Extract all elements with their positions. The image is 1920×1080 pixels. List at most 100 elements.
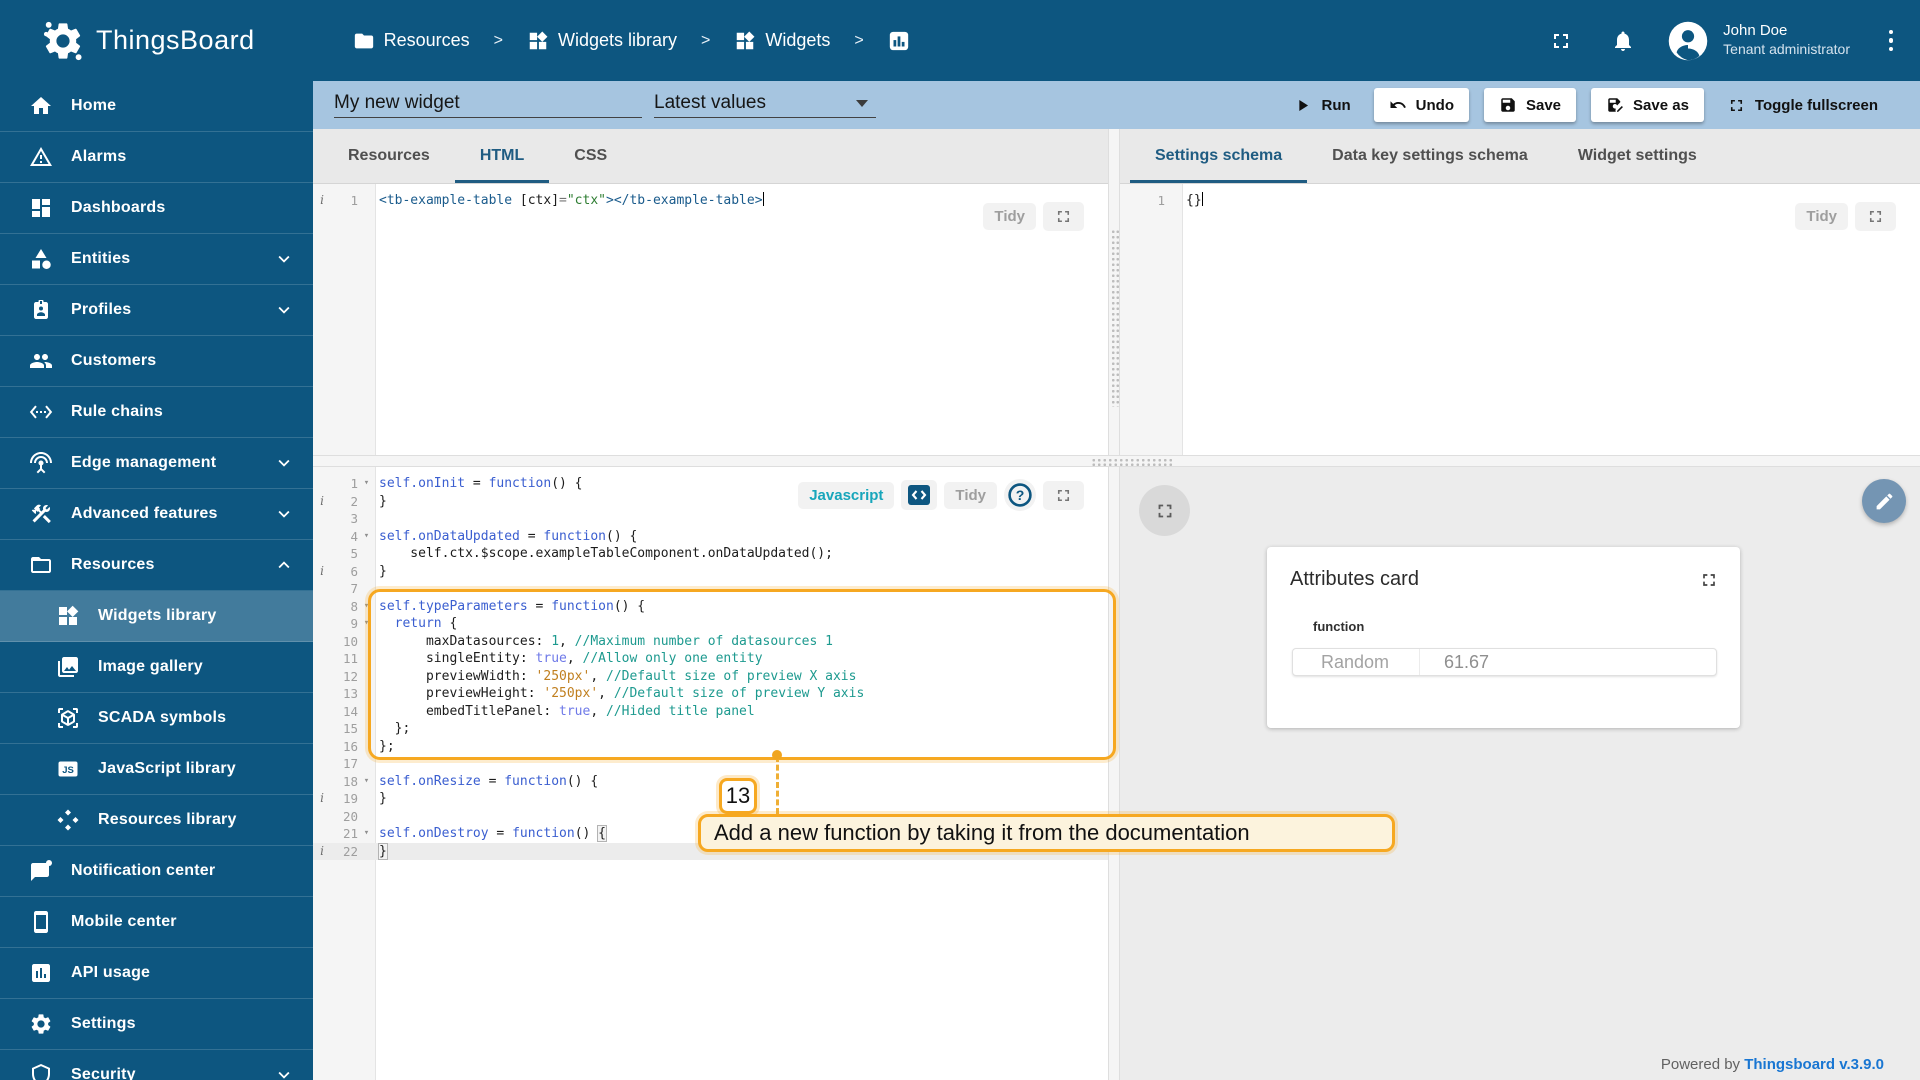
gutter-spacer (313, 720, 331, 738)
sidebar-item-settings[interactable]: Settings (0, 999, 313, 1050)
sidebar-item-resources[interactable]: Resources (0, 540, 313, 591)
widget-title-input[interactable] (334, 89, 642, 118)
resources-library-icon (56, 808, 80, 832)
sidebar-item-profiles[interactable]: Profiles (0, 285, 313, 336)
gutter-spacer (358, 650, 375, 668)
info-icon: i (320, 563, 324, 578)
line-number: 13 (342, 686, 358, 701)
code-text: return { (394, 616, 458, 631)
sidebar-item-api-usage[interactable]: API usage (0, 948, 313, 999)
sidebar-item-label: Image gallery (98, 658, 203, 675)
tidy-button[interactable]: Tidy (1795, 203, 1848, 230)
code-line: 10 maxDatasources: 1, //Maximum number o… (313, 633, 1108, 651)
customers-icon (29, 349, 53, 373)
sidebar-item-security[interactable]: Security (0, 1050, 313, 1080)
line-number: 21 (342, 826, 358, 841)
vertical-splitter[interactable] (1108, 129, 1120, 1080)
widget-chart-tile-icon (888, 30, 910, 52)
save-button[interactable]: Save (1483, 88, 1577, 122)
sidebar-item-label: Advanced features (71, 505, 218, 522)
code-toggle-button[interactable] (901, 480, 938, 510)
text-caret (762, 192, 765, 206)
fullscreen-icon[interactable] (1043, 202, 1084, 231)
gutter-spacer (358, 493, 375, 511)
sidebar-item-label: Notification center (71, 862, 216, 879)
breadcrumb-item[interactable]: Widgets library (521, 26, 683, 56)
sidebar-item-javascript-library[interactable]: JS JavaScript library (0, 744, 313, 795)
line-number: 3 (350, 511, 358, 526)
breadcrumb-item[interactable]: Widgets (728, 26, 836, 56)
code-line: 5 self.ctx.$scope.exampleTableComponent.… (313, 545, 1108, 563)
javascript-code-editor[interactable]: 1 ▾ self.onInit = function() {i 2} 3 4 ▾ self.o… (313, 467, 1108, 1080)
editor-gutter (313, 184, 376, 455)
card-fullscreen-icon[interactable] (1699, 570, 1719, 590)
sidebar-item-customers[interactable]: Customers (0, 336, 313, 387)
schema-code-editor[interactable]: 1 {} Tidy (1120, 184, 1920, 455)
undo-icon (1390, 101, 1406, 108)
fullscreen-icon[interactable] (1855, 202, 1896, 231)
annotation-step-number: 13 (719, 778, 757, 814)
tab-data-key-settings-schema[interactable]: Data key settings schema (1307, 129, 1553, 183)
breadcrumb-item[interactable]: Resources (347, 26, 476, 56)
code-line: 12 previewWidth: '250px', //Default size… (313, 668, 1108, 686)
tab-widget-settings[interactable]: Widget settings (1553, 129, 1722, 183)
line-number: 1 (1157, 193, 1165, 208)
tidy-button[interactable]: Tidy (944, 481, 997, 509)
run-button[interactable]: Run (1285, 90, 1358, 121)
fold-arrow-icon: ▾ (363, 775, 370, 786)
annotation-connector-dot (772, 750, 782, 760)
sidebar-item-notification-center[interactable]: Notification center (0, 846, 313, 897)
tidy-button[interactable]: Tidy (983, 203, 1036, 230)
attribute-value: 61.67 (1444, 651, 1490, 672)
sidebar-item-advanced-features[interactable]: Advanced features (0, 489, 313, 540)
sidebar-item-mobile-center[interactable]: Mobile center (0, 897, 313, 948)
help-icon[interactable]: ? (1004, 479, 1036, 511)
thingsboard-logo[interactable]: ThingsBoard (40, 18, 255, 64)
tab-css[interactable]: CSS (549, 129, 632, 183)
sidebar-item-rule-chains[interactable]: Rule chains (0, 387, 313, 438)
notifications-bell-icon[interactable] (1603, 21, 1643, 61)
gutter-spacer (358, 563, 375, 581)
toggle-fullscreen-button[interactable]: Toggle fullscreen (1719, 90, 1886, 121)
profiles-icon (29, 298, 53, 322)
sidebar-item-dashboards[interactable]: Dashboards (0, 183, 313, 234)
code-icon (908, 485, 931, 505)
sidebar-item-image-gallery[interactable]: Image gallery (0, 642, 313, 693)
tab-html[interactable]: HTML (455, 129, 549, 183)
breadcrumb-item[interactable] (882, 26, 916, 56)
version-link[interactable]: Thingsboard v.3.9.0 (1744, 1056, 1884, 1073)
tab-settings-schema[interactable]: Settings schema (1130, 129, 1307, 183)
sidebar-item-widgets-library[interactable]: Widgets library (0, 591, 313, 642)
line-number: 11 (342, 651, 358, 666)
user-info: John Doe Tenant administrator (1723, 22, 1850, 58)
html-code-editor[interactable]: i 1 <tb-example-table [ctx]="ctx"></tb-exa… (313, 184, 1108, 455)
sidebar-item-alarms[interactable]: Alarms (0, 132, 313, 183)
sidebar-item-label: Resources (71, 556, 155, 573)
info-icon: i (320, 791, 324, 805)
preview-fullscreen-button[interactable] (1139, 485, 1190, 536)
undo-button[interactable]: Undo (1373, 88, 1469, 122)
more-menu-icon[interactable] (1876, 29, 1906, 52)
avatar[interactable] (1667, 20, 1709, 62)
save-as-button[interactable]: Save as (1591, 88, 1704, 122)
fullscreen-icon[interactable] (1541, 21, 1581, 61)
sidebar-item-entities[interactable]: Entities (0, 234, 313, 285)
line-number: 8 (350, 598, 358, 614)
sidebar-item-resources-library[interactable]: Resources library (0, 795, 313, 846)
tab-resources[interactable]: Resources (323, 129, 455, 183)
code-line: i 19} (313, 790, 1108, 808)
code-line: 14 embedTitlePanel: true, //Hided title … (313, 703, 1108, 721)
line-number: 9 (350, 616, 358, 631)
thingsboard-logo-icon (40, 18, 86, 64)
fullscreen-icon[interactable] (1043, 480, 1084, 510)
widget-type-select[interactable]: Latest values (654, 89, 876, 118)
sidebar-item-scada-symbols[interactable]: SCADA symbols (0, 693, 313, 744)
sidebar-item-home[interactable]: Home (0, 81, 313, 132)
gutter-spacer (313, 738, 331, 756)
code-text: previewWidth: '250px', //Default size of… (379, 668, 857, 684)
horizontal-splitter[interactable] (313, 455, 1920, 467)
sidebar-item-edge-management[interactable]: Edge management (0, 438, 313, 489)
edit-widget-button[interactable] (1862, 479, 1906, 523)
line-number: 4 (350, 528, 358, 544)
